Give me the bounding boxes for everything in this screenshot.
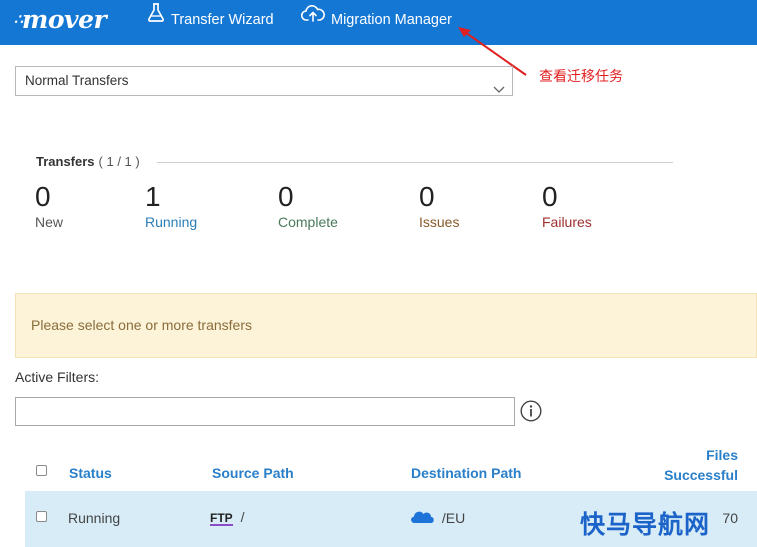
stat-running-label: Running [145, 214, 198, 230]
stat-running[interactable]: 1 Running [145, 181, 197, 230]
files-header-line1: Files [706, 447, 738, 463]
divider [157, 162, 673, 163]
column-header-source-path[interactable]: Source Path [212, 465, 294, 481]
row-status: Running [68, 510, 121, 526]
notice-text: Please select one or more transfers [31, 317, 252, 333]
onedrive-cloud-icon [411, 510, 435, 527]
transfers-heading: Transfers( 1 / 1 ) [36, 154, 140, 169]
row-destination: /EU [411, 510, 465, 528]
column-header-status[interactable]: Status [69, 465, 112, 481]
row-checkbox[interactable] [36, 511, 47, 522]
nav-transfer-wizard-label: Transfer Wizard [171, 12, 274, 28]
nav-migration-manager[interactable]: Migration Manager [300, 0, 452, 45]
top-navbar: ∴mover Transfer Wizard Migration Manager [0, 0, 757, 45]
stat-new[interactable]: 0 New [35, 181, 63, 230]
stat-running-value: 1 [145, 181, 161, 212]
flask-icon [147, 0, 165, 38]
column-header-destination-path[interactable]: Destination Path [411, 465, 521, 481]
row-files-successful: 70 [722, 510, 738, 526]
active-filters-input[interactable] [15, 397, 515, 426]
stat-new-label: New [35, 214, 64, 230]
stat-failures-value: 0 [542, 181, 558, 212]
transfers-title: Transfers [36, 154, 95, 169]
info-icon[interactable] [520, 400, 542, 427]
logo-dots-icon: ∴ [14, 12, 23, 28]
stat-failures[interactable]: 0 Failures [542, 181, 592, 230]
stat-new-value: 0 [35, 181, 51, 212]
stat-issues-value: 0 [419, 181, 435, 212]
active-filters-label: Active Filters: [15, 369, 100, 385]
row-source: FTP / [210, 509, 244, 526]
stat-issues-label: Issues [419, 214, 460, 230]
nav-transfer-wizard[interactable]: Transfer Wizard [147, 0, 274, 45]
mover-logo[interactable]: ∴mover [14, 6, 107, 34]
stat-complete-label: Complete [278, 214, 338, 230]
row-destination-path: /EU [441, 510, 466, 526]
cloud-upload-icon [300, 0, 325, 38]
ftp-connector-icon: FTP [210, 511, 233, 526]
transfer-type-value: Normal Transfers [25, 73, 129, 88]
files-header-line2: Successful [664, 467, 738, 483]
stat-issues[interactable]: 0 Issues [419, 181, 459, 230]
row-source-path: / [240, 509, 245, 525]
stat-failures-label: Failures [542, 214, 592, 230]
annotation-note: 查看迁移任务 [539, 69, 623, 85]
transfer-type-select[interactable]: Normal Transfers [15, 66, 513, 96]
nav-migration-manager-label: Migration Manager [331, 12, 452, 28]
chevron-down-icon [493, 76, 505, 104]
transfers-count: ( 1 / 1 ) [98, 154, 140, 169]
select-all-checkbox[interactable] [36, 465, 47, 476]
column-header-files-successful[interactable]: Files Successful [664, 445, 738, 485]
stat-complete[interactable]: 0 Complete [278, 181, 338, 230]
stat-complete-value: 0 [278, 181, 294, 212]
select-transfers-notice: Please select one or more transfers [15, 293, 757, 358]
watermark-text: 快马导航网 [580, 510, 711, 539]
